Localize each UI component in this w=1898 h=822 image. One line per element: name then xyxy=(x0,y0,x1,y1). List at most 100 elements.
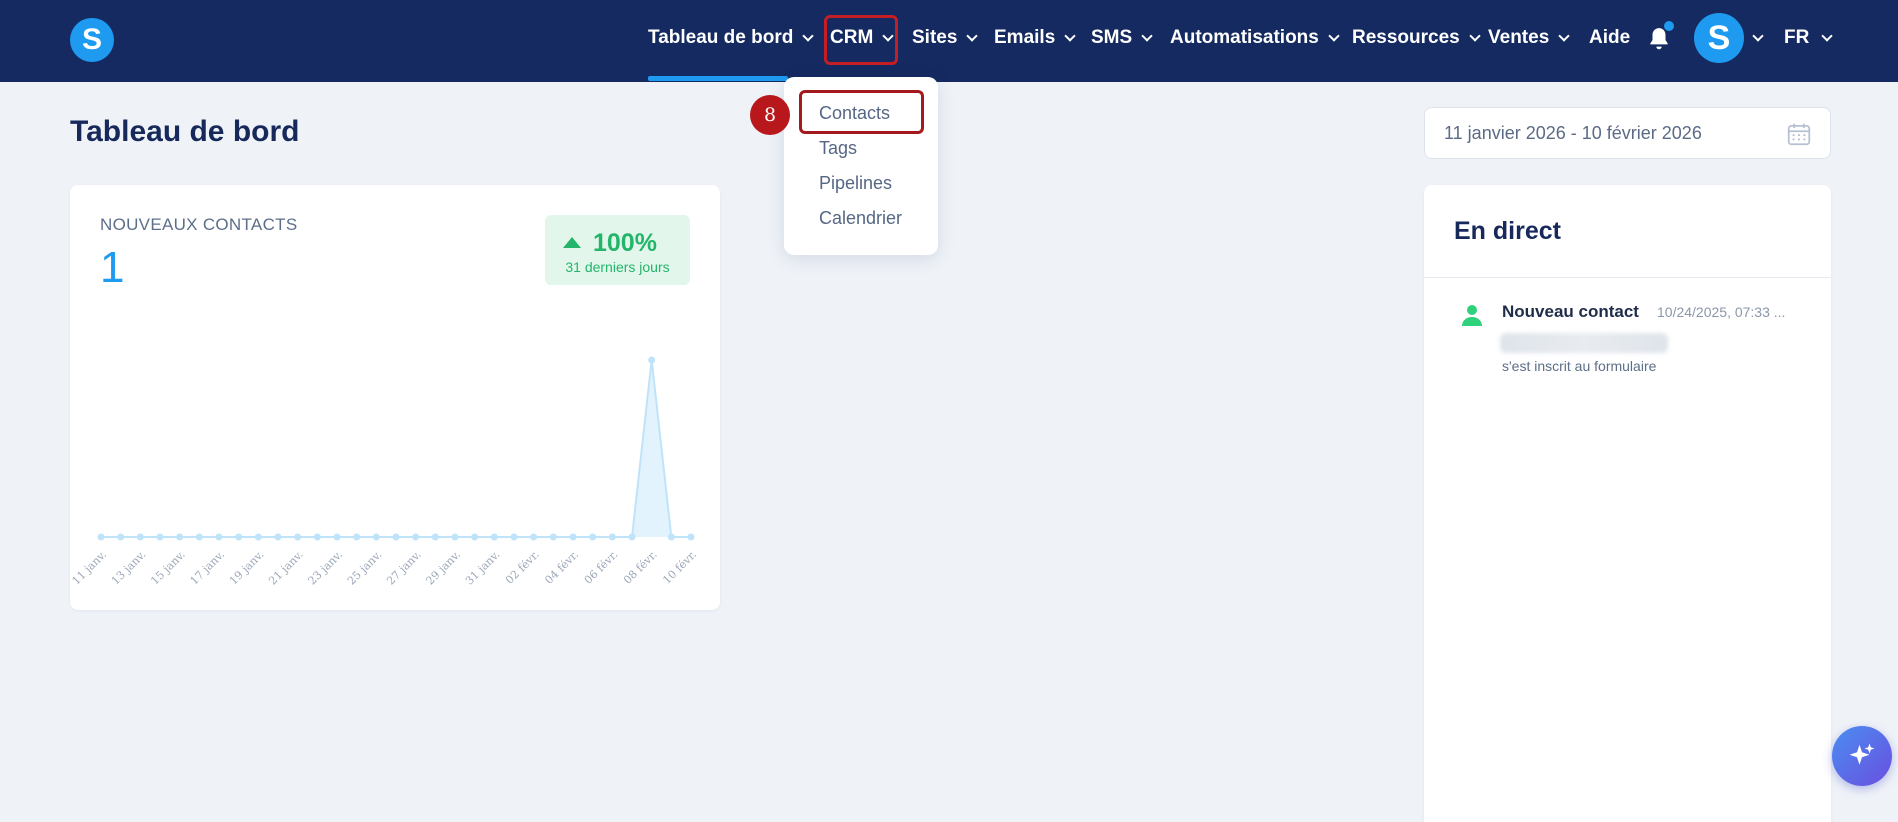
blurred-contact-email xyxy=(1500,333,1668,353)
nav-item-automatisations[interactable]: Automatisations xyxy=(1170,0,1340,76)
nav-item-ressources[interactable]: Ressources xyxy=(1352,0,1481,76)
new-contacts-chart: 11 janv. 13 janv. 15 janv. 17 janv. 19 janv.… xyxy=(70,356,699,588)
x-tick-label: 13 janv. xyxy=(109,548,149,588)
chart-point[interactable] xyxy=(569,533,577,541)
new-contacts-card: NOUVEAUX CONTACTS 1 100% 31 derniers jou… xyxy=(70,185,720,610)
chevron-down-icon xyxy=(966,29,979,42)
chart-point[interactable] xyxy=(333,533,341,541)
x-tick-label: 04 févr. xyxy=(542,548,581,587)
menu-item-pipelines[interactable]: Pipelines xyxy=(819,173,892,194)
chart-point[interactable] xyxy=(254,533,262,541)
live-entry-time: 10/24/2025, 07:33 ... xyxy=(1657,304,1786,320)
chart-point[interactable] xyxy=(451,533,459,541)
chevron-down-icon xyxy=(1469,29,1481,42)
chart-point[interactable] xyxy=(294,533,302,541)
chart-point[interactable] xyxy=(156,533,164,541)
x-tick-label: 27 janv. xyxy=(384,548,424,588)
x-tick-label: 25 janv. xyxy=(345,548,385,588)
live-title: En direct xyxy=(1454,217,1561,245)
calendar-icon[interactable] xyxy=(1786,121,1812,147)
chart-point[interactable] xyxy=(176,533,184,541)
chart-point[interactable] xyxy=(490,533,498,541)
chart-point[interactable] xyxy=(687,533,695,541)
live-entry-title[interactable]: Nouveau contact xyxy=(1502,302,1639,322)
x-tick-label: 11 janv. xyxy=(70,548,109,588)
chevron-down-icon xyxy=(1064,29,1076,42)
chart-point[interactable] xyxy=(667,533,675,541)
page-title: Tableau de bord xyxy=(70,115,300,148)
nav-item-label: SMS xyxy=(1091,27,1133,48)
avatar-menu-toggle[interactable] xyxy=(1752,0,1764,76)
user-icon xyxy=(1462,305,1482,326)
nav-item-label: Aide xyxy=(1589,27,1631,48)
date-range-text: 11 janvier 2026 - 10 février 2026 xyxy=(1444,122,1702,143)
chart-point[interactable] xyxy=(235,533,243,541)
x-tick-label: 10 févr. xyxy=(660,548,699,587)
ai-assistant-button[interactable] xyxy=(1832,726,1892,786)
step-badge: 8 xyxy=(750,95,790,135)
chart-point[interactable] xyxy=(353,533,361,541)
user-avatar[interactable]: S xyxy=(1694,13,1744,63)
chart-point[interactable] xyxy=(195,533,203,541)
nav-item-label: Automatisations xyxy=(1170,27,1319,48)
active-nav-indicator xyxy=(648,76,788,81)
sparkle-icon xyxy=(1849,743,1875,765)
x-tick-label: 23 janv. xyxy=(306,548,346,588)
chart-point[interactable] xyxy=(372,533,380,541)
chart-point[interactable] xyxy=(471,533,479,541)
menu-item-tags[interactable]: Tags xyxy=(819,138,857,159)
divider xyxy=(1424,277,1831,278)
nav-item-ventes[interactable]: Ventes xyxy=(1488,0,1570,76)
chart-point[interactable] xyxy=(549,533,557,541)
nav-item-sms[interactable]: SMS xyxy=(1091,0,1153,76)
chart-area xyxy=(101,360,691,537)
nav-item-aide[interactable]: Aide xyxy=(1589,0,1630,76)
chevron-down-icon xyxy=(1558,29,1570,42)
x-tick-label: 08 févr. xyxy=(621,548,660,587)
chart-point[interactable] xyxy=(117,533,125,541)
date-range-picker[interactable]: 11 janvier 2026 - 10 février 2026 xyxy=(1424,107,1831,159)
top-navigation-bar: S Tableau de bord CRM Sites Emails SMS A… xyxy=(0,0,1898,82)
notification-dot xyxy=(1664,21,1674,31)
x-tick-label: 02 févr. xyxy=(503,548,542,587)
crm-highlight-box xyxy=(824,15,898,65)
nav-item-label: Ventes xyxy=(1488,27,1550,48)
chart-point[interactable] xyxy=(648,356,656,364)
chevron-down-icon xyxy=(802,29,815,42)
chart-point[interactable] xyxy=(628,533,636,541)
nav-item-label: Sites xyxy=(912,27,958,48)
nav-item-emails[interactable]: Emails xyxy=(994,0,1076,76)
x-tick-label: 31 janv. xyxy=(463,548,503,588)
chart-point[interactable] xyxy=(608,533,616,541)
language-label: FR xyxy=(1784,27,1810,48)
language-selector[interactable]: FR xyxy=(1784,0,1833,76)
chart-line xyxy=(101,359,691,538)
x-tick-label: 29 janv. xyxy=(424,548,464,588)
nav-item-tableau-de-bord[interactable]: Tableau de bord xyxy=(648,0,815,76)
chart-point[interactable] xyxy=(589,533,597,541)
menu-item-calendrier[interactable]: Calendrier xyxy=(819,208,902,229)
chart-point[interactable] xyxy=(313,533,321,541)
chart-point[interactable] xyxy=(97,533,105,541)
chart-point[interactable] xyxy=(431,533,439,541)
live-entry-description: s'est inscrit au formulaire xyxy=(1502,358,1657,374)
x-tick-label: 06 févr. xyxy=(582,548,621,587)
chart-point[interactable] xyxy=(530,533,538,541)
chart-point[interactable] xyxy=(274,533,282,541)
chart-point[interactable] xyxy=(392,533,400,541)
app-logo[interactable]: S xyxy=(70,18,114,62)
x-tick-label: 21 janv. xyxy=(266,548,306,588)
nav-item-label: Emails xyxy=(994,27,1056,48)
nav-item-label: Ressources xyxy=(1352,27,1460,48)
chevron-down-icon xyxy=(1328,29,1340,42)
chart-point[interactable] xyxy=(136,533,144,541)
x-tick-label: 17 janv. xyxy=(188,548,228,588)
nav-item-sites[interactable]: Sites xyxy=(912,0,979,76)
chart-point[interactable] xyxy=(215,533,223,541)
chevron-down-icon xyxy=(1141,29,1153,42)
chart-point[interactable] xyxy=(510,533,518,541)
nav-item-label: Tableau de bord xyxy=(648,27,794,48)
contacts-highlight-box xyxy=(799,90,924,134)
chart-point[interactable] xyxy=(412,533,420,541)
chevron-down-icon xyxy=(1821,29,1833,42)
